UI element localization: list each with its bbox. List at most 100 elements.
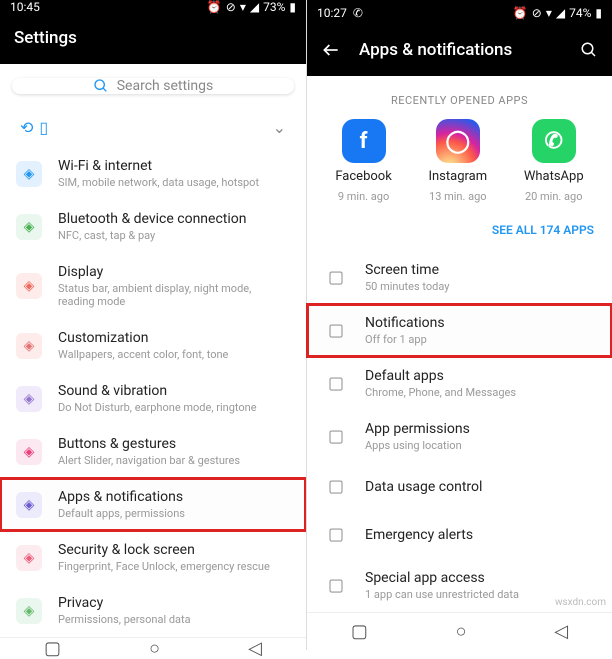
back-icon[interactable] [321, 40, 341, 60]
see-all-apps-link[interactable]: SEE ALL 174 APPS [307, 213, 612, 251]
settings-item-sound[interactable]: ◈ Sound & vibration Do Not Disturb, earp… [0, 372, 306, 425]
item-subtitle: Off for 1 app [365, 333, 445, 346]
app-whatsapp[interactable]: ✆ WhatsApp 20 min. ago [524, 119, 584, 203]
nav-bar: ▢ ○ ◁ [0, 637, 306, 659]
nav-home[interactable]: ○ [456, 621, 467, 642]
item-title: Apps & notifications [58, 489, 185, 505]
status-icons: ⏰ ⊘ ▾ ◢ 74% ▮ [513, 6, 602, 20]
item-subtitle: SIM, mobile network, data usage, hotspot [58, 176, 259, 189]
sound-icon: ◈ [16, 386, 42, 412]
item-title: Privacy [58, 595, 191, 611]
nav-recent[interactable]: ▢ [44, 638, 61, 659]
battery-icon: ▮ [289, 0, 296, 14]
app-name: WhatsApp [524, 169, 584, 184]
settings-item-lock[interactable]: ◈ Security & lock screen Fingerprint, Fa… [0, 531, 306, 584]
settings-item-disp[interactable]: ◈ Display Status bar, ambient display, n… [0, 253, 306, 319]
battery-icon: ▮ [595, 6, 602, 20]
item-subtitle: Permissions, personal data [58, 613, 191, 626]
app-name: Instagram [428, 169, 487, 184]
list-item[interactable]: Notifications Off for 1 app [307, 304, 612, 357]
item-title: Bluetooth & device connection [58, 211, 247, 227]
item-subtitle: Default apps, permissions [58, 507, 185, 520]
settings-item-btn[interactable]: ◈ Buttons & gestures Alert Slider, navig… [0, 425, 306, 478]
section-title: RECENTLY OPENED APPS [307, 76, 612, 119]
app-time: 20 min. ago [525, 190, 583, 203]
item-icon [323, 522, 349, 548]
app-name: Facebook [335, 169, 391, 184]
nav-back[interactable]: ◁ [248, 638, 262, 659]
dnd-icon: ⊘ [532, 6, 542, 20]
app-icon: f [342, 119, 386, 163]
search-icon[interactable] [580, 41, 598, 59]
battery-pct: 74% [569, 6, 591, 20]
app-time: 13 min. ago [429, 190, 487, 203]
vibrate-icon: ▯ [39, 118, 48, 137]
settings-item-wifi[interactable]: ◈ Wi-Fi & internet SIM, mobile network, … [0, 147, 306, 200]
status-bar: 10:27 ✆ ⏰ ⊘ ▾ ◢ 74% ▮ [307, 0, 612, 26]
nav-back[interactable]: ◁ [554, 621, 568, 642]
lock-icon: ◈ [16, 545, 42, 571]
item-subtitle: Status bar, ambient display, night mode,… [58, 282, 290, 308]
item-title: Data usage control [365, 479, 482, 495]
left-phone: 10:45 ⏰ ⊘ ▾ ◢ 73% ▮ Settings Search sett… [0, 0, 306, 650]
apps-icon: ◈ [16, 492, 42, 518]
settings-list: ◈ Wi-Fi & internet SIM, mobile network, … [0, 147, 306, 637]
item-icon [323, 371, 349, 397]
search-placeholder: Search settings [117, 78, 214, 94]
settings-item-priv[interactable]: ◈ Privacy Permissions, personal data [0, 584, 306, 637]
status-time: 10:27 [317, 6, 347, 20]
bt-icon: ◈ [16, 214, 42, 240]
item-title: Customization [58, 330, 228, 346]
whatsapp-notif-icon: ✆ [353, 6, 363, 20]
page-title: Settings [14, 28, 292, 48]
status-bar: 10:45 ⏰ ⊘ ▾ ◢ 73% ▮ [0, 0, 306, 14]
item-subtitle: Alert Slider, navigation bar & gestures [58, 454, 240, 467]
header: Settings [0, 14, 306, 64]
app-icon: ◯ [436, 119, 480, 163]
item-title: Wi-Fi & internet [58, 158, 259, 174]
settings-item-cust[interactable]: ◈ Customization Wallpapers, accent color… [0, 319, 306, 372]
nav-recent[interactable]: ▢ [351, 621, 368, 642]
search-icon [93, 78, 109, 94]
list-item[interactable]: Data usage control [307, 463, 612, 511]
rotate-icon: ⟲ [20, 118, 33, 137]
watermark: wsxdn.com [555, 597, 606, 608]
app-instagram[interactable]: ◯ Instagram 13 min. ago [428, 119, 487, 203]
dnd-icon: ⊘ [226, 0, 236, 14]
item-title: Notifications [365, 315, 445, 331]
header: Apps & notifications [307, 26, 612, 76]
alarm-icon: ⏰ [513, 6, 528, 20]
item-subtitle: 50 minutes today [365, 280, 449, 293]
item-text: Bluetooth & device connection NFC, cast,… [58, 211, 247, 242]
item-text: Special app access1 app can use unrestri… [365, 570, 519, 601]
wifi-icon: ◈ [16, 161, 42, 187]
right-phone: 10:27 ✆ ⏰ ⊘ ▾ ◢ 74% ▮ Apps & notificatio… [306, 0, 612, 650]
wifi-icon: ▾ [240, 0, 246, 14]
list-item[interactable]: Default appsChrome, Phone, and Messages [307, 357, 612, 410]
cust-icon: ◈ [16, 333, 42, 359]
nav-bar: ▢ ○ ◁ [307, 612, 612, 650]
item-icon [323, 573, 349, 599]
nav-home[interactable]: ○ [149, 638, 160, 659]
settings-item-bt[interactable]: ◈ Bluetooth & device connection NFC, cas… [0, 200, 306, 253]
disp-icon: ◈ [16, 273, 42, 299]
item-title: Emergency alerts [365, 527, 473, 543]
item-text: Sound & vibration Do Not Disturb, earpho… [58, 383, 257, 414]
list-item[interactable]: Emergency alerts [307, 511, 612, 559]
item-text: Buttons & gestures Alert Slider, navigat… [58, 436, 240, 467]
search-input[interactable]: Search settings [12, 78, 294, 94]
app-icon: ✆ [532, 119, 576, 163]
item-subtitle: Fingerprint, Face Unlock, emergency resc… [58, 560, 270, 573]
settings-item-apps[interactable]: ◈ Apps & notifications Default apps, per… [0, 478, 306, 531]
item-title: Display [58, 264, 290, 280]
app-facebook[interactable]: f Facebook 9 min. ago [335, 119, 391, 203]
list-item[interactable]: App permissionsApps using location [307, 410, 612, 463]
wifi-icon: ▾ [546, 6, 552, 20]
list-item[interactable]: Screen time50 minutes today [307, 251, 612, 304]
item-text: Screen time50 minutes today [365, 262, 449, 293]
status-time: 10:45 [10, 0, 40, 14]
quick-toggle-row[interactable]: ⟲ ▯ ⌄ [0, 108, 306, 147]
item-icon [323, 474, 349, 500]
alarm-icon: ⏰ [207, 0, 222, 14]
signal-icon: ◢ [250, 0, 259, 14]
